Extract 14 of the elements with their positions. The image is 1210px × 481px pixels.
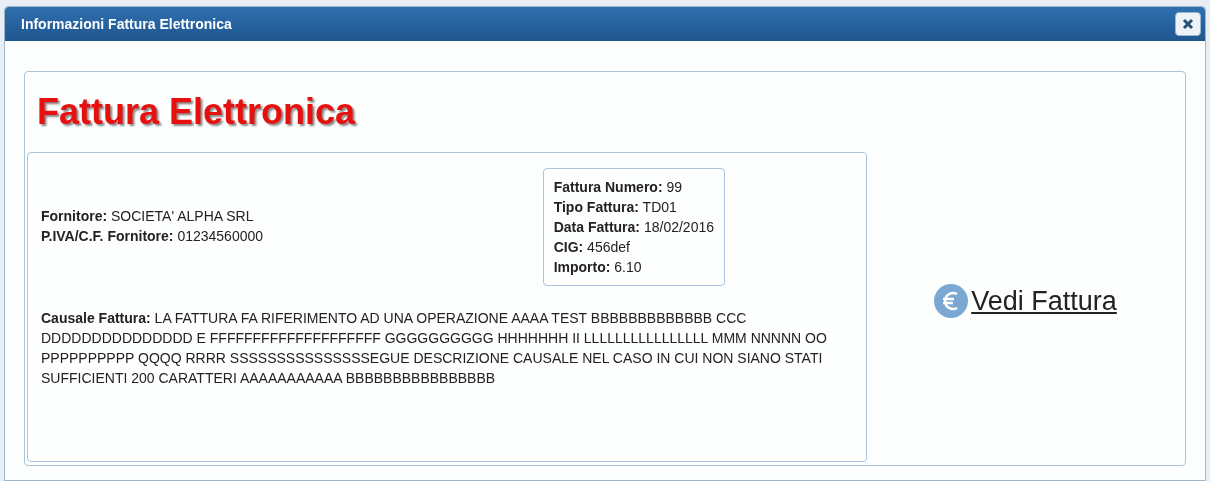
field-line: Fornitore: SOCIETA' ALPHA SRL xyxy=(41,207,255,226)
field-line: Importo: 6.10 xyxy=(553,258,643,277)
field-line: Fattura Numero: 99 xyxy=(553,178,684,197)
invoice-description: Causale Fattura: LA FATTURA FA RIFERIMENTO AD UNA OPERAZIONE AAAA TEST BBBBBBBBBBBBB CCC DDDDDDDDDDDDDDD E FFFFFFFFFFFFFFFFFFFF GGGGGGGGGG HHHHHHH II LLLLLLLLLLLLLLLL MMM NNNNN OO PPPPPPPPPP QQQQ RRRR SSSSSSSSSSSSSSSEGUE DESCRIZIONE CAUSALE NEL CASO IN CUI NON SIANO STATI SUFFICIENTI 200 CARATTERI AAAAAAAAAAA BBBBBBBBBBBBBBBB xyxy=(41,309,828,388)
field-line: Data Fattura: 18/02/2016 xyxy=(553,218,714,237)
close-button[interactable] xyxy=(1175,12,1201,36)
close-icon xyxy=(1182,18,1194,30)
view-invoice-link[interactable]: Vedi Fattura xyxy=(933,280,1117,322)
page-heading: Fattura Elettronica xyxy=(36,90,357,134)
euro-coin-icon xyxy=(933,283,970,319)
window-title: Informazioni Fattura Elettronica xyxy=(21,14,232,34)
field-line: CIG: 456def xyxy=(553,238,631,257)
field-line: Tipo Fattura: TD01 xyxy=(553,198,678,217)
field-line: P.IVA/C.F. Fornitore: 01234560000 xyxy=(41,227,264,246)
